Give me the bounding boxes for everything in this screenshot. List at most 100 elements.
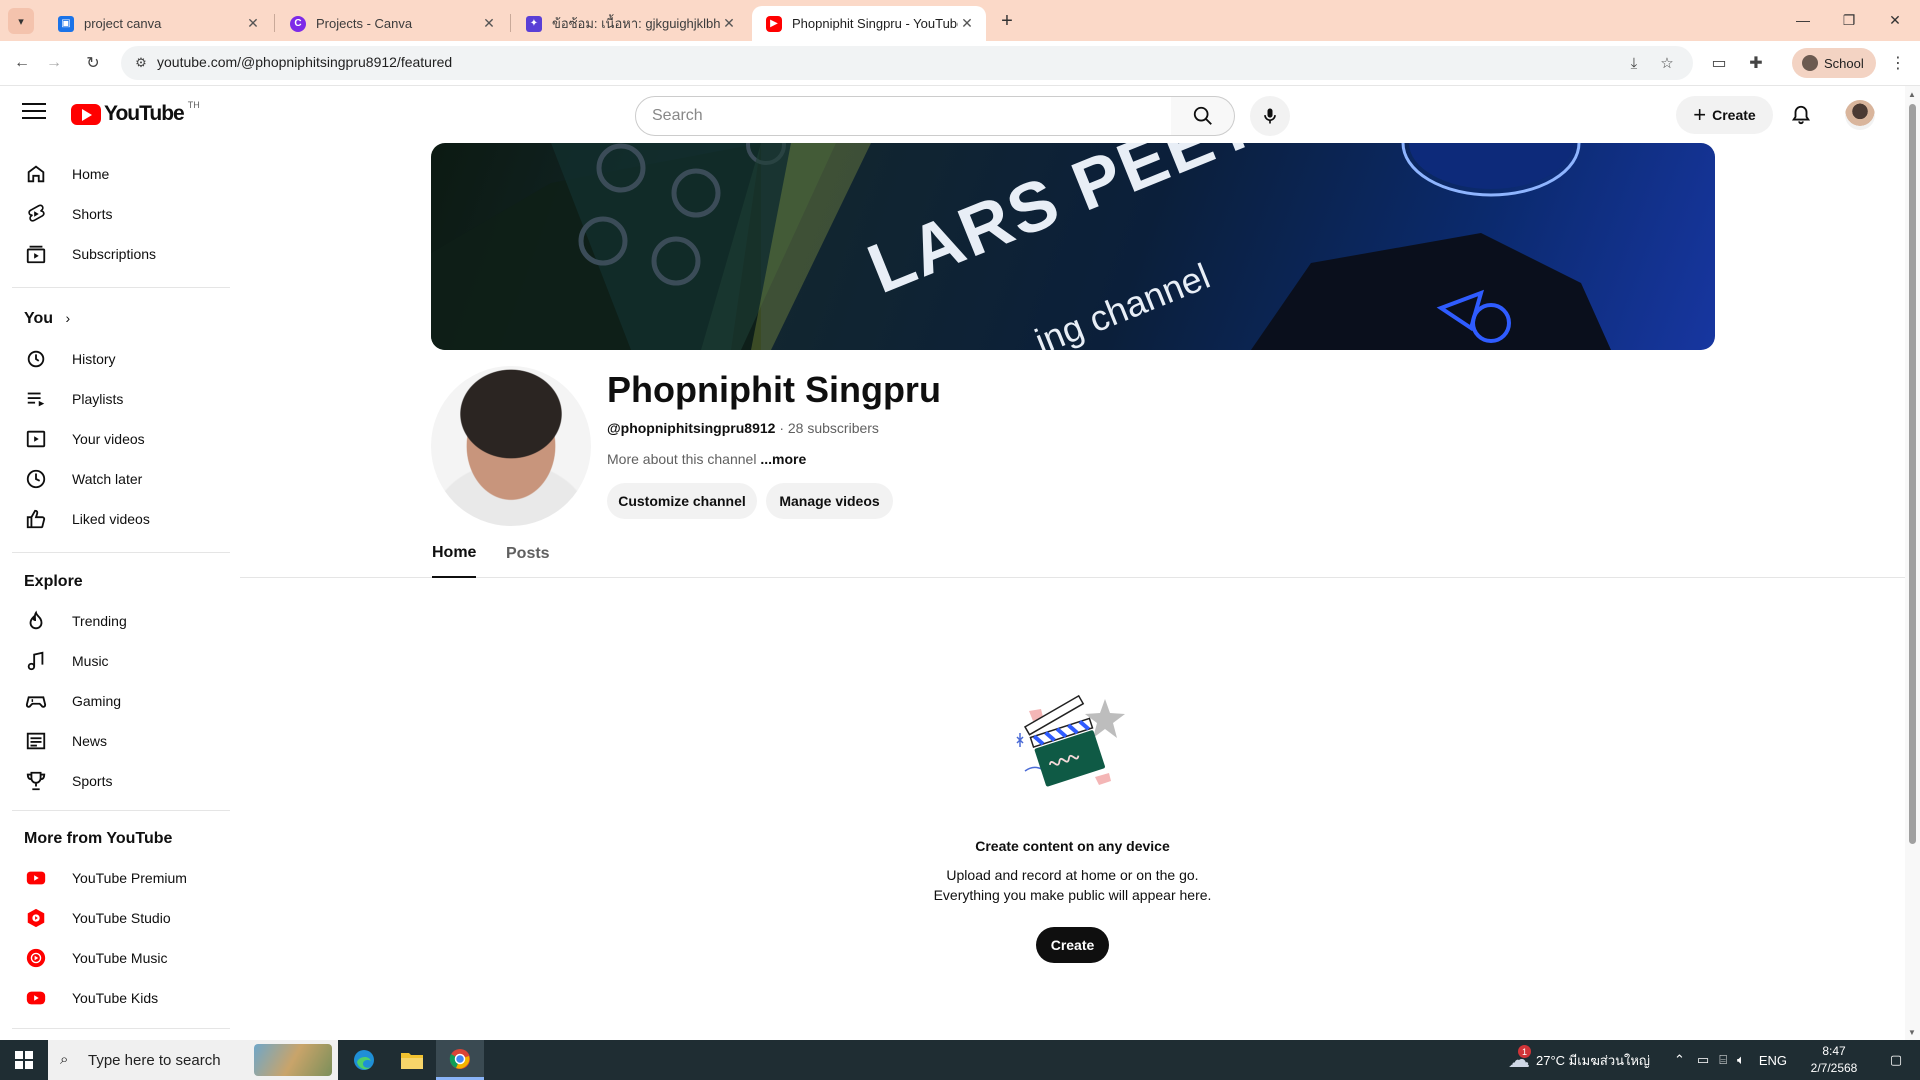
- sidebar-item-trending[interactable]: Trending: [12, 601, 228, 641]
- chrome-taskbar-icon[interactable]: [436, 1040, 484, 1080]
- sidebar-item-sports[interactable]: Sports: [12, 761, 228, 801]
- customize-channel-button[interactable]: Customize channel: [607, 483, 757, 519]
- search-highlight-image: [254, 1044, 332, 1076]
- url-text[interactable]: youtube.com/@phopniphitsingpru8912/featu…: [157, 54, 452, 70]
- close-tab-icon[interactable]: ✕: [720, 15, 738, 33]
- notification-center-icon[interactable]: ▢: [1876, 1040, 1916, 1080]
- bookmark-star-icon[interactable]: ☆: [1656, 52, 1678, 74]
- page-scrollbar[interactable]: ▲ ▼: [1905, 86, 1920, 1040]
- channel-avatar[interactable]: [431, 366, 591, 526]
- tab-title: Phopniphit Singpru - YouTube: [792, 16, 958, 31]
- sidebar-item-youtube-music[interactable]: YouTube Music: [12, 938, 228, 978]
- network-icon[interactable]: ⌸: [1719, 1052, 1727, 1068]
- manage-videos-button[interactable]: Manage videos: [766, 483, 893, 519]
- empty-state-create-button[interactable]: Create: [1036, 927, 1109, 963]
- windows-start-button[interactable]: [0, 1040, 48, 1080]
- edge-taskbar-icon[interactable]: [340, 1040, 388, 1080]
- youtube-header: YouTube TH Search + Create: [0, 86, 1905, 142]
- channel-about[interactable]: More about this channel ...more: [607, 451, 806, 467]
- create-button[interactable]: + Create: [1676, 96, 1773, 134]
- close-window-button[interactable]: ✕: [1872, 0, 1918, 40]
- sidebar-item-label: Shorts: [72, 206, 113, 222]
- windows-logo-icon: [15, 1051, 33, 1069]
- sidebar-divider: [12, 810, 230, 811]
- close-tab-icon[interactable]: ✕: [958, 15, 976, 33]
- restore-button[interactable]: ❐: [1826, 0, 1872, 40]
- about-more-link[interactable]: ...more: [760, 451, 806, 467]
- account-avatar[interactable]: [1845, 100, 1875, 130]
- reading-mode-icon[interactable]: ▭: [1705, 49, 1733, 77]
- sidebar-item-subscriptions[interactable]: Subscriptions: [12, 234, 228, 274]
- sidebar-item-playlists[interactable]: Playlists: [12, 379, 228, 419]
- reload-button[interactable]: ↻: [79, 49, 107, 77]
- youtube-logo[interactable]: YouTube TH: [71, 100, 200, 126]
- browser-tab-youtube[interactable]: ▶ Phopniphit Singpru - YouTube ✕: [752, 6, 986, 41]
- browser-menu-icon[interactable]: ⋮: [1884, 49, 1912, 77]
- back-button[interactable]: ←: [8, 49, 36, 77]
- search-placeholder: Search: [652, 107, 703, 124]
- tab-home[interactable]: Home: [432, 530, 477, 578]
- input-language-indicator[interactable]: ENG: [1759, 1053, 1787, 1068]
- search-button[interactable]: [1171, 96, 1235, 136]
- shorts-icon: [24, 202, 48, 226]
- close-tab-icon[interactable]: ✕: [244, 15, 262, 33]
- home-icon: [24, 162, 48, 186]
- taskbar-search-placeholder: Type here to search: [88, 1051, 221, 1069]
- profile-button[interactable]: School: [1792, 48, 1876, 78]
- sidebar-divider: [12, 552, 230, 553]
- minimize-button[interactable]: —: [1780, 0, 1826, 40]
- you-header-label: You: [24, 310, 54, 327]
- customize-channel-label: Customize channel: [618, 493, 746, 509]
- file-explorer-taskbar-icon[interactable]: [388, 1040, 436, 1080]
- sidebar-item-history[interactable]: History: [12, 339, 228, 379]
- notifications-button[interactable]: [1784, 98, 1818, 132]
- scroll-down-icon[interactable]: ▼: [1908, 1028, 1916, 1037]
- show-hidden-icons-icon[interactable]: ⌃: [1674, 1052, 1685, 1068]
- sidebar-item-home[interactable]: Home: [12, 154, 228, 194]
- sidebar-item-watch-later[interactable]: Watch later: [12, 459, 228, 499]
- taskbar-clock[interactable]: 8:47 2/7/2568: [1806, 1043, 1862, 1077]
- search-icon: [1193, 106, 1212, 125]
- sidebar-item-news[interactable]: News: [12, 721, 228, 761]
- browser-tab-projects-canva[interactable]: C Projects - Canva ✕: [276, 6, 508, 41]
- search-input[interactable]: Search: [635, 96, 1172, 136]
- sidebar-item-your-videos[interactable]: Your videos: [12, 419, 228, 459]
- weather-text: 27°C มีเมฆส่วนใหญ่: [1536, 1052, 1651, 1068]
- tab-search-button[interactable]: ▾: [8, 8, 34, 34]
- volume-icon[interactable]: 🔈︎: [1737, 1052, 1745, 1068]
- sidebar-item-youtube-kids[interactable]: YouTube Kids: [12, 978, 228, 1018]
- address-bar[interactable]: ⚙ youtube.com/@phopniphitsingpru8912/fea…: [121, 46, 1693, 80]
- sidebar-item-label: Watch later: [72, 471, 143, 487]
- system-tray-icons: ⌃ ▭ ⌸ 🔈︎ ENG: [1674, 1040, 1787, 1080]
- tab-title: Projects - Canva: [316, 16, 413, 31]
- install-app-icon[interactable]: ⤓: [1623, 52, 1645, 74]
- sidebar-divider: [12, 1028, 230, 1029]
- meet-now-icon[interactable]: ▭: [1697, 1052, 1709, 1068]
- voice-search-button[interactable]: [1250, 96, 1290, 136]
- about-text: More about this channel: [607, 451, 757, 467]
- guide-menu-icon[interactable]: [22, 103, 46, 123]
- microphone-icon: [1264, 108, 1276, 124]
- sidebar-item-gaming[interactable]: Gaming: [12, 681, 228, 721]
- sidebar-item-youtube-studio[interactable]: YouTube Studio: [12, 898, 228, 938]
- sidebar-you-header[interactable]: You ›: [24, 310, 70, 328]
- close-tab-icon[interactable]: ✕: [480, 15, 498, 33]
- site-info-icon[interactable]: ⚙: [131, 53, 151, 73]
- new-tab-button[interactable]: +: [994, 8, 1020, 34]
- weather-widget[interactable]: ☁ 1 27°C มีเมฆส่วนใหญ่: [1508, 1040, 1650, 1080]
- sidebar-item-shorts[interactable]: Shorts: [12, 194, 228, 234]
- sidebar-item-label: Music: [72, 653, 109, 669]
- browser-tab-project-canva[interactable]: ▣ project canva ✕: [44, 6, 272, 41]
- taskbar-search-box[interactable]: ⌕ Type here to search: [48, 1040, 338, 1080]
- tab-posts[interactable]: Posts: [506, 530, 550, 578]
- tab-title: ข้อซ้อม: เนื้อหา: gjkguighjklbhuiog: [552, 16, 720, 31]
- sidebar-item-music[interactable]: Music: [12, 641, 228, 681]
- scrollbar-thumb[interactable]: [1909, 104, 1916, 844]
- forward-button[interactable]: →: [40, 49, 68, 77]
- youtube-play-icon: [71, 103, 101, 125]
- sidebar-item-liked-videos[interactable]: Liked videos: [12, 499, 228, 539]
- extensions-icon[interactable]: ✚: [1742, 49, 1770, 77]
- weather-alert-badge: 1: [1518, 1045, 1531, 1058]
- scroll-up-icon[interactable]: ▲: [1908, 90, 1916, 99]
- browser-tab-chat[interactable]: ✦ ข้อซ้อม: เนื้อหา: gjkguighjklbhuiog ✕: [512, 6, 748, 41]
